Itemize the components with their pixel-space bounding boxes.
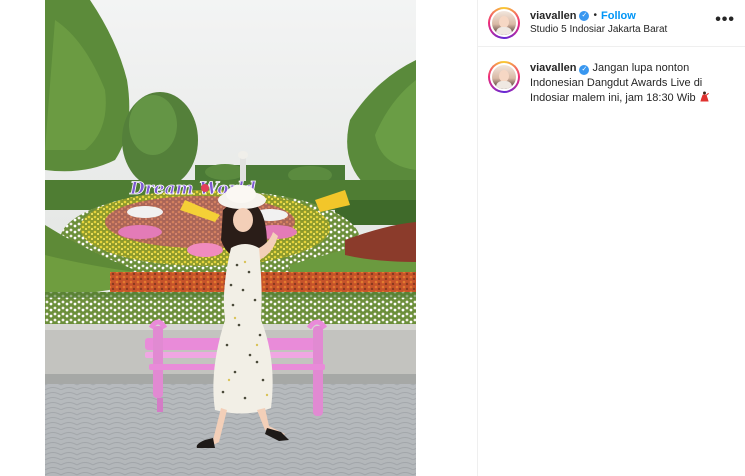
caption-verified-icon: ✓ [579, 65, 590, 75]
more-options-icon[interactable]: ••• [715, 11, 735, 29]
header-text: viavallen ✓ • Follow Studio 5 Indosiar J… [530, 9, 667, 37]
post-photo[interactable]: Dream World [45, 0, 416, 476]
caption-avatar[interactable] [488, 61, 520, 93]
follow-button[interactable]: Follow [601, 9, 636, 23]
caption-text-block: viavallen ✓ Jangan lupa nonton Indonesian… [530, 61, 730, 106]
location-link[interactable]: Studio 5 Indosiar Jakarta Barat [530, 23, 667, 37]
verified-icon: ✓ [579, 11, 590, 21]
caption-row: viavallen ✓ Jangan lupa nonton Indonesian… [478, 47, 745, 120]
post-side-panel: viavallen ✓ • Follow Studio 5 Indosiar J… [477, 0, 745, 476]
header-username[interactable]: viavallen [530, 9, 576, 23]
caption-username[interactable]: viavallen [530, 62, 576, 74]
photo-artwork: Dream World [45, 0, 416, 476]
post-header: viavallen ✓ • Follow Studio 5 Indosiar J… [478, 0, 745, 47]
separator-dot: • [593, 10, 597, 21]
header-avatar[interactable] [488, 7, 520, 39]
dancer-emoji-icon [700, 91, 709, 102]
